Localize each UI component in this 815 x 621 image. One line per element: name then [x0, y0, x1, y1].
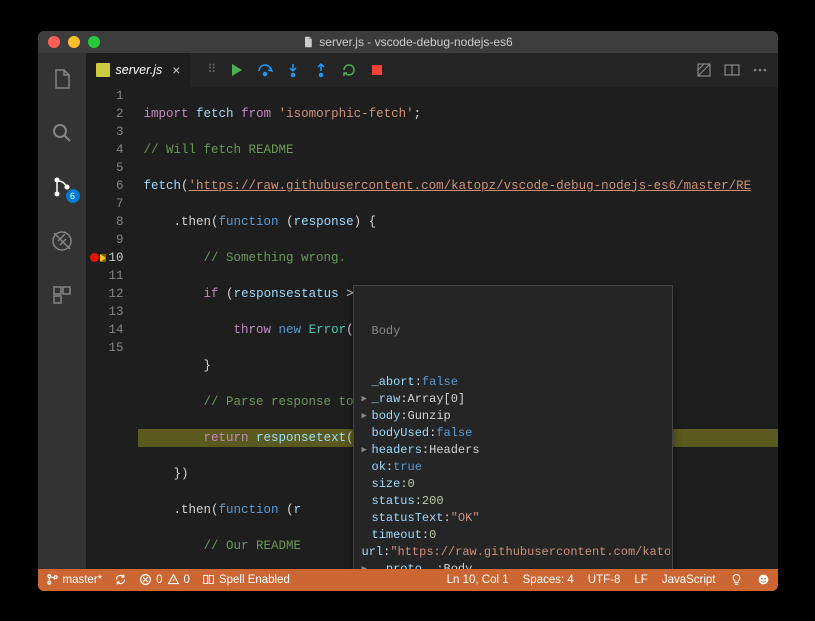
error-icon — [139, 573, 152, 586]
editor[interactable]: 1 2 3 4 5 6 7 8 9 10 — [86, 87, 778, 569]
code-area[interactable]: import fetch from 'isomorphic-fetch'; //… — [138, 87, 778, 569]
search-icon[interactable] — [38, 115, 86, 151]
hover-title: Body — [356, 323, 670, 340]
titlebar: server.js - vscode-debug-nodejs-es6 — [38, 31, 778, 53]
js-file-icon — [96, 63, 110, 77]
expand-triangle-icon[interactable]: ▶ — [362, 442, 372, 459]
window: server.js - vscode-debug-nodejs-es6 6 — [38, 31, 778, 591]
traffic-lights — [38, 36, 100, 48]
editor-actions — [696, 53, 778, 87]
git-branch-icon — [46, 573, 59, 586]
close-window-button[interactable] — [48, 36, 60, 48]
hover-row[interactable]: statusText: "OK" — [356, 510, 670, 527]
branch-name: master* — [63, 574, 103, 586]
cursor-position[interactable]: Ln 10, Col 1 — [447, 574, 509, 586]
hover-row[interactable]: ok: true — [356, 459, 670, 476]
debug-hover-popup[interactable]: Body _abort: false▶_raw: Array[0]▶body: … — [353, 285, 673, 569]
maximize-window-button[interactable] — [88, 36, 100, 48]
expand-triangle-icon[interactable]: ▶ — [362, 561, 372, 569]
stop-button[interactable] — [369, 62, 385, 78]
line-number: 4 — [86, 141, 124, 159]
step-over-button[interactable] — [257, 62, 273, 78]
indentation[interactable]: Spaces: 4 — [523, 574, 574, 586]
drag-grip-icon[interactable]: ⠿ — [207, 62, 217, 77]
tab-close-icon[interactable]: × — [172, 62, 180, 78]
warning-icon — [167, 573, 180, 586]
feedback-icon[interactable] — [757, 573, 770, 586]
debug-icon[interactable] — [38, 223, 86, 259]
split-preview-icon[interactable] — [696, 62, 712, 78]
extensions-icon[interactable] — [38, 277, 86, 313]
line-number: 14 — [86, 321, 124, 339]
more-actions-icon[interactable] — [752, 62, 768, 78]
eol[interactable]: LF — [634, 574, 647, 586]
window-title-text: server.js - vscode-debug-nodejs-es6 — [319, 35, 512, 49]
breakpoint-marker[interactable] — [90, 249, 106, 267]
hover-row[interactable]: _abort: false — [356, 374, 670, 391]
tab-label: server.js — [116, 63, 163, 77]
lightbulb-icon[interactable] — [730, 573, 743, 586]
encoding[interactable]: UTF-8 — [588, 574, 621, 586]
step-into-button[interactable] — [285, 62, 301, 78]
hover-row[interactable]: ▶headers: Headers — [356, 442, 670, 459]
expand-triangle-icon[interactable]: ▶ — [362, 391, 372, 408]
hover-row[interactable]: status: 200 — [356, 493, 670, 510]
line-number: 12 — [86, 285, 124, 303]
explorer-icon[interactable] — [38, 61, 86, 97]
hover-row[interactable]: ▶body: Gunzip — [356, 408, 670, 425]
line-number: 11 — [86, 267, 124, 285]
source-control-icon[interactable]: 6 — [38, 169, 86, 205]
sync-button[interactable] — [114, 573, 127, 586]
line-number: 6 — [86, 177, 124, 195]
debug-toolbar: ⠿ — [197, 53, 395, 87]
line-number: 7 — [86, 195, 124, 213]
body: 6 server.js × ⠿ — [38, 53, 778, 569]
minimize-window-button[interactable] — [68, 36, 80, 48]
warning-count: 0 — [184, 574, 190, 586]
restart-button[interactable] — [341, 62, 357, 78]
file-icon — [302, 36, 314, 48]
line-number: 3 — [86, 123, 124, 141]
line-number: 8 — [86, 213, 124, 231]
status-bar: master* 0 0 Spell Enabled Ln 10, Col 1 S… — [38, 569, 778, 591]
language-mode[interactable]: JavaScript — [662, 574, 716, 586]
tab-bar: server.js × ⠿ — [86, 53, 778, 87]
step-out-button[interactable] — [313, 62, 329, 78]
error-count: 0 — [156, 574, 162, 586]
editor-main: server.js × ⠿ — [86, 53, 778, 569]
line-number: 10 — [86, 249, 124, 267]
line-number: 2 — [86, 105, 124, 123]
spell-check[interactable]: Spell Enabled — [202, 573, 290, 586]
book-icon — [202, 573, 215, 586]
continue-button[interactable] — [229, 62, 245, 78]
git-branch[interactable]: master* — [46, 573, 103, 586]
activity-bar: 6 — [38, 53, 86, 569]
line-number: 5 — [86, 159, 124, 177]
hover-row[interactable]: bodyUsed: false — [356, 425, 670, 442]
problems[interactable]: 0 0 — [139, 573, 190, 586]
line-number: 15 — [86, 339, 124, 357]
line-number: 1 — [86, 87, 124, 105]
tab-serverjs[interactable]: server.js × — [86, 53, 192, 87]
sync-icon — [114, 573, 127, 586]
spell-label: Spell Enabled — [219, 574, 290, 586]
breakpoint-icon — [90, 253, 99, 262]
hover-row[interactable]: ▶_raw: Array[0] — [356, 391, 670, 408]
hover-row[interactable]: ▶__proto__: Body — [356, 561, 670, 569]
line-number: 9 — [86, 231, 124, 249]
expand-triangle-icon[interactable]: ▶ — [362, 408, 372, 425]
hover-row[interactable]: timeout: 0 — [356, 527, 670, 544]
gutter: 1 2 3 4 5 6 7 8 9 10 — [86, 87, 138, 569]
line-number: 13 — [86, 303, 124, 321]
window-title: server.js - vscode-debug-nodejs-es6 — [38, 35, 778, 49]
hover-row[interactable]: size: 0 — [356, 476, 670, 493]
hover-row[interactable]: url: "https://raw.githubusercontent.com/… — [356, 544, 670, 561]
source-control-badge: 6 — [66, 189, 80, 203]
current-line-arrow-icon — [100, 254, 106, 262]
split-editor-icon[interactable] — [724, 62, 740, 78]
